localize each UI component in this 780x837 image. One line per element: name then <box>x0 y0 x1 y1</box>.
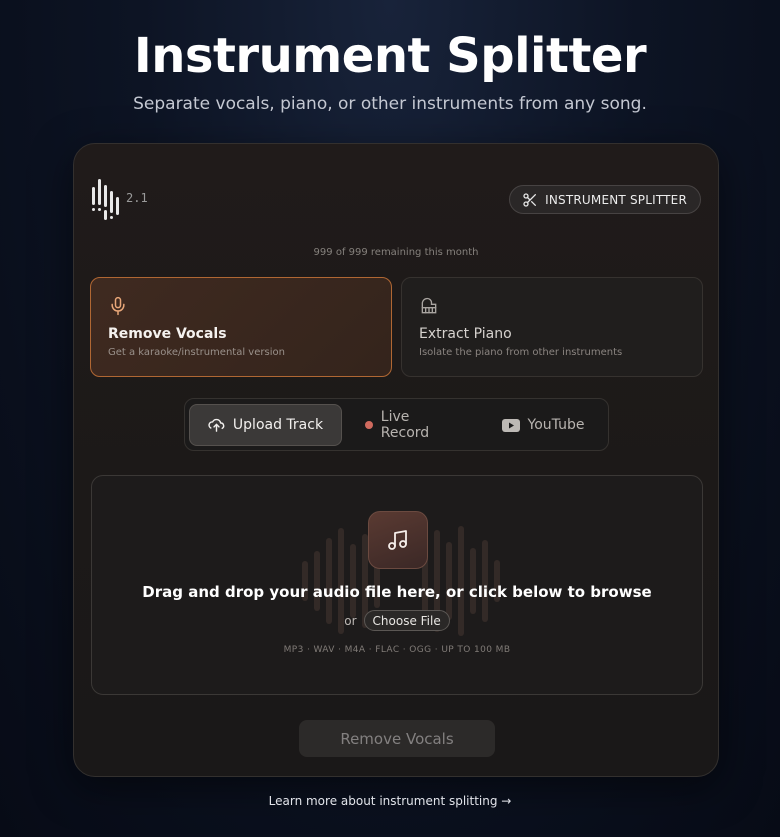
scissors-icon <box>523 192 537 207</box>
learn-more-link[interactable]: Learn more about instrument splitting → <box>0 794 780 808</box>
splitter-card: 2.1 INSTRUMENT SPLITTER 999 of 999 remai… <box>73 143 719 777</box>
tab-live-record[interactable]: Live Record <box>365 404 460 446</box>
option-extract-piano[interactable]: Extract Piano Isolate the piano from oth… <box>401 277 703 377</box>
microphone-icon <box>111 296 125 316</box>
remove-vocals-button[interactable]: Remove Vocals <box>299 720 495 757</box>
music-note-badge <box>368 511 428 569</box>
music-note-icon <box>388 530 407 550</box>
supported-formats: MP3 · WAV · M4A · FLAC · OGG · UP TO 100… <box>283 645 511 655</box>
piano-icon <box>421 297 437 314</box>
option-description: Isolate the piano from other instruments <box>419 347 623 358</box>
tab-label: Upload Track <box>232 417 324 433</box>
tab-youtube[interactable]: YouTube <box>501 404 585 446</box>
tab-label: YouTube <box>527 417 585 433</box>
option-title: Extract Piano <box>419 326 512 342</box>
tab-upload-track[interactable]: Upload Track <box>189 404 342 446</box>
tab-label: Live Record <box>380 409 430 441</box>
choose-file-button[interactable]: Choose File <box>363 610 450 631</box>
youtube-icon <box>501 418 520 432</box>
or-text: or <box>344 613 357 628</box>
mode-pill[interactable]: INSTRUMENT SPLITTER <box>509 185 701 214</box>
record-dot-icon <box>365 421 373 429</box>
mode-pill-label: INSTRUMENT SPLITTER <box>545 192 687 207</box>
page-title: Instrument Splitter <box>133 28 647 84</box>
choose-file-row: or Choose File <box>92 610 702 631</box>
source-tabs: Upload Track Live Record YouTube <box>184 398 609 451</box>
file-dropzone[interactable]: Drag and drop your audio file here, or c… <box>91 475 703 695</box>
option-description: Get a karaoke/instrumental version <box>108 347 285 358</box>
option-title: Remove Vocals <box>108 326 227 342</box>
cloud-upload-icon <box>208 418 225 432</box>
page-subtitle: Separate vocals, piano, or other instrum… <box>133 94 647 114</box>
logo-icon <box>92 179 119 220</box>
dropzone-prompt: Drag and drop your audio file here, or c… <box>142 583 652 601</box>
version-label: 2.1 <box>126 191 148 205</box>
usage-remaining: 999 of 999 remaining this month <box>313 247 479 258</box>
option-remove-vocals[interactable]: Remove Vocals Get a karaoke/instrumental… <box>90 277 392 377</box>
